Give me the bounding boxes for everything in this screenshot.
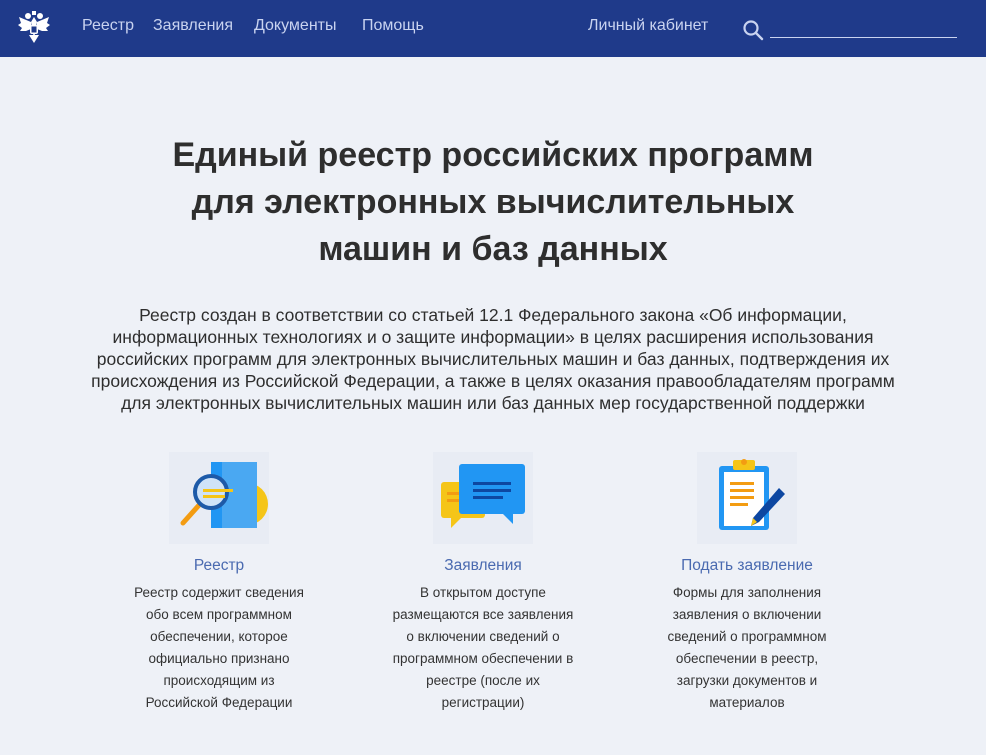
card-description-line: Реестр содержит сведения [134,585,304,600]
card-description-line: Российской Федерации [145,695,293,710]
nav-link-help[interactable]: Помощь [362,16,424,36]
card-description: Реестр содержит сведения обо всем програ… [104,582,334,714]
card-description-line: заявления о включении [672,607,822,622]
chat-bubbles-icon[interactable] [433,452,533,544]
feature-card-submit-application: Подать заявление Формы для заполнения за… [632,452,862,714]
page-title: Единый реестр российских программ для эл… [0,132,986,273]
feature-card-applications: Заявления В открытом доступе размещаются… [368,452,598,714]
card-description-line: Формы для заполнения [672,585,822,600]
card-description-line: программном обеспечении в [392,651,574,666]
card-description-line: материалов [709,695,785,710]
card-description-line: сведений о программном [667,629,827,644]
nav-link-registry[interactable]: Реестр [82,16,134,36]
card-link-applications[interactable]: Заявления [368,556,598,576]
intro-line: происхождения из Российской Федерации, а… [91,371,895,391]
nav-link-applications[interactable]: Заявления [153,16,233,36]
intro-line: Реестр создан в соответствии со статьей … [139,305,847,325]
card-description: Формы для заполнения заявления о включен… [632,582,862,714]
card-link-registry[interactable]: Реестр [104,556,334,576]
intro-line: российских программ для электронных вычи… [96,349,890,369]
coat-of-arms-logo-icon[interactable] [17,9,51,45]
intro-line: для электронных вычислительных машин или… [121,393,865,413]
page-title-line: машин и баз данных [318,230,668,268]
card-description-line: обо всем программном [146,607,292,622]
card-description-line: размещаются все заявления [392,607,574,622]
page-title-line: Единый реестр российских программ [172,136,814,174]
card-description-line: о включении сведений о [406,629,560,644]
intro-paragraph: Реестр создан в соответствии со статьей … [50,304,936,414]
registry-search-icon[interactable] [169,452,269,544]
nav-link-documents[interactable]: Документы [254,16,336,36]
card-description-line: обеспечении в реестр, [675,651,819,666]
card-description-line: официально признано [148,651,290,666]
search-input[interactable] [770,18,957,38]
card-description-line: происходящим из [163,673,275,688]
card-description-line: обеспечении, которое [150,629,288,644]
intro-line: информационных технологиях и о защите ин… [112,327,874,347]
search-icon[interactable] [742,19,764,41]
nav-link-personal-account[interactable]: Личный кабинет [588,16,708,36]
card-description-line: реестре (после их [426,673,540,688]
top-navigation-bar: Реестр Заявления Документы Помощь Личный… [0,0,986,57]
card-description-line: загрузки документов и [676,673,818,688]
card-link-submit-application[interactable]: Подать заявление [632,556,862,576]
clipboard-pen-icon[interactable] [697,452,797,544]
page-title-line: для электронных вычислительных [191,183,795,221]
card-description-line: В открытом доступе [420,585,546,600]
feature-card-registry: Реестр Реестр содержит сведения обо всем… [104,452,334,714]
card-description-line: регистрации) [441,695,525,710]
card-description: В открытом доступе размещаются все заявл… [368,582,598,714]
